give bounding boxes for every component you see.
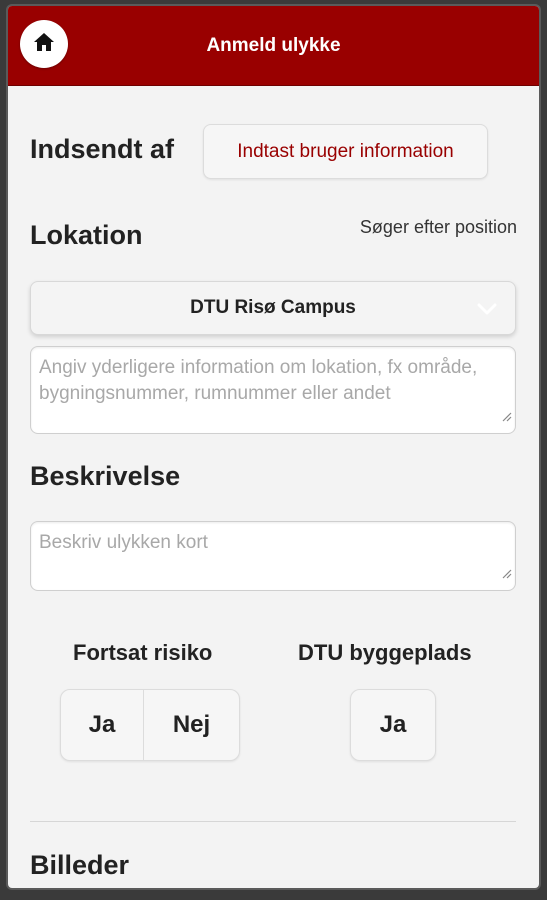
continued-risk-yes-button[interactable]: Ja (61, 690, 143, 760)
images-heading: Billeder (30, 850, 130, 880)
location-details-field[interactable]: Angiv yderligere information om lokation… (30, 346, 516, 434)
enter-user-info-button[interactable]: Indtast bruger information (203, 124, 488, 179)
app-frame: Anmeld ulykke Indsendt af Indtast bruger… (8, 6, 539, 888)
page-title: Anmeld ulykke (206, 35, 341, 56)
description-heading: Beskrivelse (30, 461, 181, 491)
construction-site-toggle: Ja (350, 689, 436, 761)
construction-site-yes-button[interactable]: Ja (351, 690, 435, 760)
header-bar: Anmeld ulykke (8, 6, 539, 86)
continued-risk-label: Fortsat risiko (73, 640, 213, 665)
construction-site-label: DTU byggeplads (298, 640, 472, 665)
position-status: Søger efter position (359, 217, 517, 237)
submitted-by-heading: Indsendt af (30, 134, 175, 164)
chevron-down-icon (477, 302, 497, 320)
enter-user-info-label: Indtast bruger information (237, 140, 454, 162)
description-field[interactable]: Beskriv ulykken kort (30, 521, 516, 591)
location-heading: Lokation (30, 220, 143, 250)
continued-risk-toggle: Ja Nej (60, 689, 240, 761)
resize-handle-icon[interactable] (500, 561, 512, 587)
location-details-placeholder: Angiv yderligere information om lokation… (39, 357, 478, 404)
continued-risk-no-button[interactable]: Nej (144, 690, 239, 760)
resize-handle-icon[interactable] (500, 404, 512, 430)
location-select-value: DTU Risø Campus (190, 297, 356, 318)
section-divider (30, 821, 516, 822)
description-placeholder: Beskriv ulykken kort (39, 532, 208, 553)
location-select[interactable]: DTU Risø Campus (30, 281, 516, 335)
